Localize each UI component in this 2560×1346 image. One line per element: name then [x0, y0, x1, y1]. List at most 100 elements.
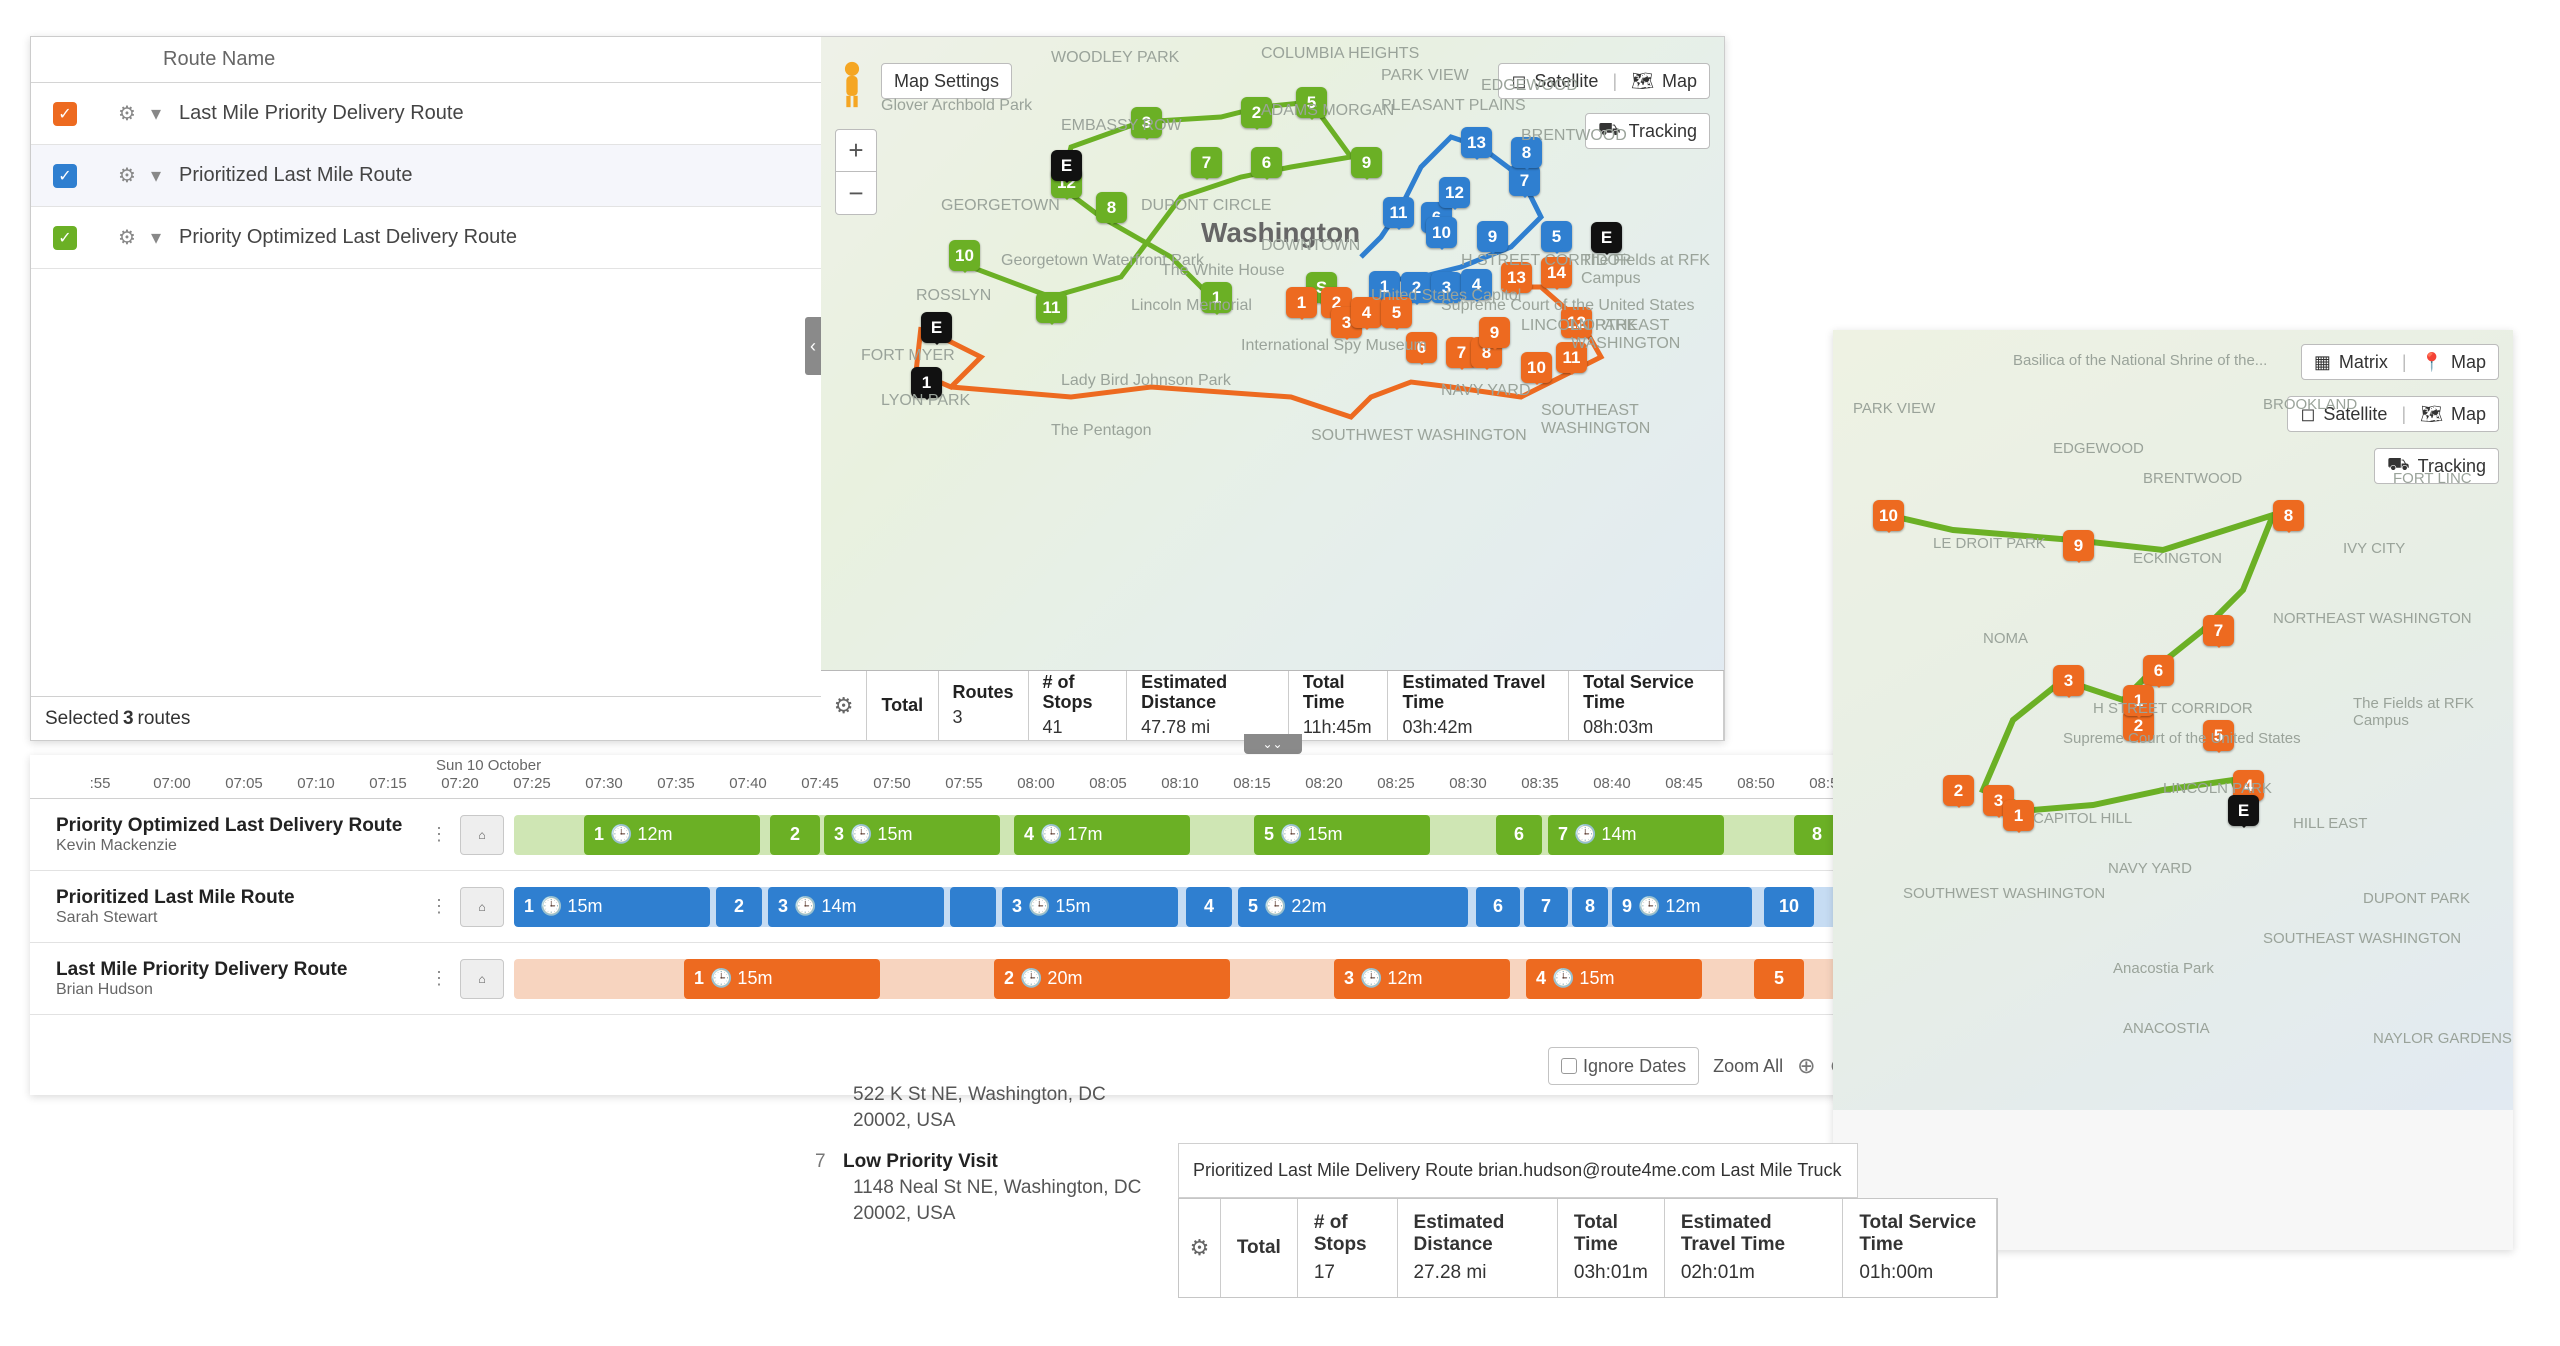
gantt-track[interactable]: 1🕒 15m23🕒 14m 3🕒 15m45🕒 22m6789🕒 12m 10: [514, 887, 1864, 927]
home-icon[interactable]: ⌂: [460, 815, 504, 855]
map-label: BRENTWOOD: [2143, 470, 2242, 487]
map-pin[interactable]: 5: [1541, 221, 1572, 252]
gantt-ticks: :5507:0007:0507:1007:1507:2007:2507:3007…: [30, 775, 1864, 799]
summary-col: # of Stops17: [1298, 1199, 1398, 1297]
gantt-track[interactable]: 1🕒 12m23🕒 15m4🕒 17m5🕒 15m67🕒 14m8: [514, 815, 1864, 855]
route-checkbox[interactable]: ✓: [53, 226, 77, 250]
map-pin[interactable]: 6: [2143, 655, 2174, 686]
gantt-segment[interactable]: 1🕒 12m: [584, 815, 760, 855]
route-name: Prioritized Last Mile Route: [179, 164, 412, 187]
gantt-segment[interactable]: 10: [1764, 887, 1814, 927]
route-gear-icon[interactable]: ⚙: [103, 101, 151, 126]
gantt-segment[interactable]: 4: [1186, 887, 1232, 927]
gantt-segment[interactable]: 8: [1572, 887, 1608, 927]
route-name: Priority Optimized Last Delivery Route: [179, 226, 517, 249]
map-label: SOUTHWEST WASHINGTON: [1311, 427, 1527, 445]
gantt-segment[interactable]: 7🕒 14m: [1548, 815, 1724, 855]
map-pin[interactable]: 10: [1426, 217, 1457, 248]
map-pin[interactable]: 1: [2003, 800, 2034, 831]
map-pin[interactable]: 8: [1096, 192, 1127, 223]
route-row[interactable]: ✓ ⚙▾ Last Mile Priority Delivery Route: [31, 83, 821, 145]
map-pin[interactable]: 10: [1521, 352, 1552, 383]
gantt-track[interactable]: 1🕒 15m 2🕒 20m 3🕒 12m 4🕒 15m 5: [514, 959, 1864, 999]
gantt-segment[interactable]: 2🕒 20m: [994, 959, 1230, 999]
gantt-segment[interactable]: [950, 887, 996, 927]
gantt-segment[interactable]: 1🕒 15m: [514, 887, 710, 927]
map-label: NAYLOR GARDENS: [2373, 1030, 2512, 1047]
secondary-map[interactable]: ▦Matrix | 📍Map ◻Satellite|🗺Map ⛟Tracking…: [1833, 330, 2513, 1110]
routes-summary: ⚙ TotalRoutes3# of Stops41Estimated Dist…: [821, 670, 1724, 740]
map-label: Georgetown Waterfront Park: [1001, 252, 1204, 270]
route-checkbox[interactable]: ✓: [53, 102, 77, 126]
gantt-segment[interactable]: 6: [1476, 887, 1520, 927]
route-gear-icon[interactable]: ⚙: [103, 163, 151, 188]
zoom-in-icon[interactable]: ⊕: [1797, 1053, 1815, 1079]
route-name: Last Mile Priority Delivery Route: [179, 102, 464, 125]
map-pin[interactable]: 6: [1251, 147, 1282, 178]
summary-gear-icon[interactable]: ⚙: [821, 671, 867, 740]
map-pin[interactable]: 9: [1479, 317, 1510, 348]
row-menu-icon[interactable]: ⋮: [418, 824, 460, 845]
map-pin[interactable]: 3: [2053, 665, 2084, 696]
map-pin[interactable]: 10: [949, 240, 980, 271]
caret-down-icon[interactable]: ▾: [151, 163, 161, 188]
map-pin[interactable]: 9: [1477, 221, 1508, 252]
summary-col: Total: [867, 671, 938, 740]
map-pin[interactable]: 1: [1286, 287, 1317, 318]
main-map[interactable]: Map Settings ◻Satellite | 🗺Map ⛟Tracking…: [821, 37, 1724, 740]
route-row[interactable]: ✓ ⚙▾ Priority Optimized Last Delivery Ro…: [31, 207, 821, 269]
home-icon[interactable]: ⌂: [460, 959, 504, 999]
map-label: LYON PARK: [881, 392, 970, 410]
route-gear-icon[interactable]: ⚙: [103, 225, 151, 250]
gantt-segment[interactable]: 5🕒 15m: [1254, 815, 1430, 855]
gantt-segment[interactable]: 5🕒 22m: [1238, 887, 1468, 927]
map-pin[interactable]: 8: [2273, 500, 2304, 531]
gantt-segment[interactable]: 4🕒 17m: [1014, 815, 1190, 855]
gantt-segment[interactable]: 3🕒 15m: [1002, 887, 1178, 927]
map-pin[interactable]: 7: [1191, 147, 1222, 178]
map-pin[interactable]: E: [2228, 795, 2259, 826]
map-pin[interactable]: 12: [1439, 177, 1470, 208]
gantt-segment[interactable]: 3🕒 14m: [768, 887, 944, 927]
map-pin[interactable]: E: [1051, 150, 1082, 181]
gantt-segment[interactable]: 3🕒 15m: [824, 815, 1000, 855]
gantt-segment[interactable]: 3🕒 12m: [1334, 959, 1510, 999]
caret-down-icon[interactable]: ▾: [151, 101, 161, 126]
zoom-all-button[interactable]: Zoom All: [1713, 1056, 1783, 1077]
gantt-segment[interactable]: 2: [716, 887, 762, 927]
map-pin[interactable]: 13: [1461, 127, 1492, 158]
caret-down-icon[interactable]: ▾: [151, 225, 161, 250]
map-pin[interactable]: 9: [2063, 530, 2094, 561]
gantt-row: Prioritized Last Mile RouteSarah Stewart…: [30, 871, 1864, 943]
gantt-segment[interactable]: 2: [770, 815, 820, 855]
map-pin[interactable]: 11: [1383, 197, 1414, 228]
map-label: GEORGETOWN: [941, 197, 1060, 215]
expand-down-handle[interactable]: ⌄⌄: [1244, 734, 1302, 754]
gantt-route-title: Last Mile Priority Delivery Route: [56, 959, 418, 981]
gantt-segment[interactable]: 9🕒 12m: [1612, 887, 1752, 927]
map-pin[interactable]: 7: [2203, 615, 2234, 646]
map-pin[interactable]: E: [921, 312, 952, 343]
route-row[interactable]: ✓ ⚙▾ Prioritized Last Mile Route: [31, 145, 821, 207]
gantt-segment[interactable]: 6: [1496, 815, 1542, 855]
gantt-segment[interactable]: 7: [1524, 887, 1568, 927]
gantt-segment[interactable]: 4🕒 15m: [1526, 959, 1702, 999]
map-pin[interactable]: 2: [1943, 775, 1974, 806]
map-label: HILL EAST: [2293, 815, 2367, 832]
collapse-sidebar-handle[interactable]: ‹: [805, 317, 821, 375]
map-label: SOUTHEAST WASHINGTON: [2263, 930, 2461, 947]
route-checkbox[interactable]: ✓: [53, 164, 77, 188]
map-pin[interactable]: 9: [1351, 147, 1382, 178]
gantt-row: Priority Optimized Last Delivery RouteKe…: [30, 799, 1864, 871]
detail-gear-icon[interactable]: ⚙: [1179, 1199, 1221, 1297]
row-menu-icon[interactable]: ⋮: [418, 968, 460, 989]
map-pin[interactable]: E: [1591, 222, 1622, 253]
row-menu-icon[interactable]: ⋮: [418, 896, 460, 917]
home-icon[interactable]: ⌂: [460, 887, 504, 927]
gantt-segment[interactable]: 1🕒 15m: [684, 959, 880, 999]
gantt-segment[interactable]: 5: [1754, 959, 1804, 999]
map-pin[interactable]: 11: [1036, 292, 1067, 323]
map-pin[interactable]: 10: [1873, 500, 1904, 531]
summary-col: Total Service Time08h:03m: [1569, 671, 1724, 740]
ignore-dates-toggle[interactable]: Ignore Dates: [1548, 1047, 1699, 1085]
